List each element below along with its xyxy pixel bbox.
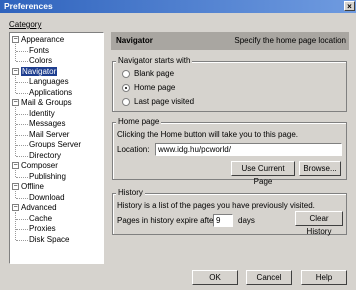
tree-item-label: Cache [29, 213, 53, 223]
starts-with-legend: Navigator starts with [116, 56, 193, 65]
tree-item-label: Messages [29, 119, 66, 128]
tree-item-mail-server[interactable]: Mail Server [29, 130, 69, 139]
tree-item-label: Identity [29, 108, 55, 118]
tree-connector [15, 107, 16, 156]
home-page-legend: Home page [116, 117, 162, 126]
days-label: days [238, 216, 255, 225]
tree-connector [16, 92, 28, 94]
last-page-radio[interactable] [122, 98, 130, 106]
title-bar: Preferences × [0, 0, 356, 13]
tree-connector [16, 134, 28, 136]
panel-header: Navigator Specify the home page location [111, 32, 349, 50]
tree-item-directory[interactable]: Directory [29, 151, 61, 160]
tree-item-cache[interactable]: Cache [29, 214, 52, 223]
tree-connector [16, 113, 28, 115]
use-current-page-button[interactable]: Use Current Page [231, 161, 295, 186]
tree-item-groups-server[interactable]: Groups Server [29, 140, 81, 149]
home-page-radio[interactable] [122, 84, 130, 92]
tree-connector [15, 191, 16, 198]
tree-expander-icon[interactable]: − [12, 67, 19, 75]
tree-expander-icon[interactable]: − [12, 183, 19, 190]
tree-item-messages[interactable]: Messages [29, 119, 65, 128]
preferences-dialog: Preferences × Category − Appearance Fonts C… [0, 0, 356, 290]
tree-connector [16, 218, 28, 220]
window-title: Preferences [4, 1, 53, 11]
tree-item-label: Composer [21, 161, 58, 170]
help-button[interactable]: Help [301, 270, 347, 285]
panel-title: Navigator [116, 36, 153, 45]
tree-expander-icon[interactable]: − [12, 36, 19, 43]
tree-expander-icon[interactable]: − [12, 204, 19, 211]
tree-item-identity[interactable]: Identity [29, 109, 55, 118]
tree-item-applications[interactable]: Applications [29, 88, 72, 97]
tree-expander-icon[interactable]: − [12, 99, 19, 106]
home-page-description: Clicking the Home button will take you t… [117, 130, 298, 139]
tree-connector [16, 197, 28, 199]
tree-item-label: Disk Space [29, 234, 70, 244]
location-label: Location: [117, 145, 150, 154]
tree-item-label: Groups Server [29, 140, 82, 149]
close-button[interactable]: × [344, 1, 355, 11]
tree-expander-icon[interactable]: − [12, 162, 19, 169]
tree-item-disk-space[interactable]: Disk Space [29, 235, 69, 244]
tree-item-composer[interactable]: Composer [21, 161, 58, 170]
clear-history-button[interactable]: Clear History [295, 211, 343, 236]
history-legend: History [116, 188, 145, 197]
tree-connector [16, 229, 28, 230]
tree-item-label: Colors [29, 56, 53, 65]
tree-item-fonts[interactable]: Fonts [29, 46, 49, 55]
tree-connector [15, 44, 16, 61]
tree-item-label: Proxies [29, 224, 56, 233]
tree-connector [16, 145, 28, 146]
ok-button[interactable]: OK [192, 270, 238, 285]
tree-connector [15, 170, 16, 177]
expire-label: Pages in history expire after: [117, 216, 219, 225]
tree-connector [16, 155, 28, 157]
tree-connector [16, 50, 28, 52]
tree-item-label: Publishing [29, 171, 66, 181]
tree-connector [16, 82, 28, 83]
tree-item-colors[interactable]: Colors [29, 56, 52, 65]
tree-connector [16, 124, 28, 125]
tree-item-proxies[interactable]: Proxies [29, 224, 56, 233]
tree-item-label: Navigator [21, 66, 58, 76]
tree-item-advanced[interactable]: Advanced [21, 203, 57, 212]
tree-item-label: Download [29, 192, 65, 202]
tree-item-label: Fonts [29, 45, 50, 55]
blank-page-label[interactable]: Blank page [134, 69, 174, 78]
tree-item-label: Mail & Groups [21, 98, 72, 107]
tree-item-label: Advanced [21, 203, 57, 212]
expire-days-input[interactable]: 9 [213, 214, 233, 227]
tree-connector [16, 61, 28, 62]
panel-subtitle: Specify the home page location [234, 36, 346, 45]
tree-item-label: Mail Server [29, 129, 70, 139]
tree-connector [15, 75, 16, 93]
last-page-label[interactable]: Last page visited [134, 97, 194, 106]
tree-item-mail-groups[interactable]: Mail & Groups [21, 98, 72, 107]
tree-item-label: Languages [29, 77, 69, 86]
history-description: History is a list of the pages you have … [117, 201, 315, 210]
tree-item-label: Applications [29, 87, 73, 97]
blank-page-radio[interactable] [122, 70, 130, 78]
tree-connector [16, 176, 28, 178]
tree-item-label: Appearance [21, 35, 65, 44]
tree-item-languages[interactable]: Languages [29, 77, 69, 86]
tree-connector [15, 212, 16, 240]
tree-item-download[interactable]: Download [29, 193, 65, 202]
tree-item-label: Offline [21, 182, 44, 191]
tree-item-appearance[interactable]: Appearance [21, 35, 64, 44]
browse-button[interactable]: Browse... [299, 161, 341, 176]
location-input[interactable]: www.idg.hu/pcworld/ [155, 143, 342, 156]
tree-item-label: Directory [29, 150, 62, 160]
home-page-label[interactable]: Home page [134, 83, 175, 92]
tree-connector [16, 239, 28, 241]
tree-item-offline[interactable]: Offline [21, 182, 44, 191]
cancel-button[interactable]: Cancel [246, 270, 292, 285]
tree-item-navigator[interactable]: Navigator [21, 66, 58, 76]
category-label: Category [9, 20, 42, 29]
tree-item-publishing[interactable]: Publishing [29, 172, 66, 181]
category-tree[interactable]: − Appearance Fonts Colors − Navigator Language… [9, 32, 104, 264]
